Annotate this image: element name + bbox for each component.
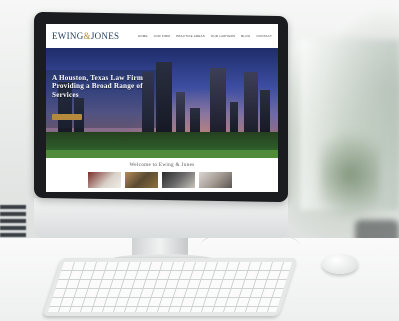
site-header: EWING&JONES HOME OUR FIRM PRACTICE AREAS… bbox=[46, 24, 278, 48]
skyscraper bbox=[260, 90, 270, 138]
skyscraper bbox=[210, 68, 226, 138]
hero-cta-button[interactable] bbox=[52, 114, 82, 120]
logo-ampersand: & bbox=[83, 31, 91, 41]
welcome-heading: Welcome to Ewing & Jones bbox=[129, 162, 195, 168]
feature-thumbnail[interactable] bbox=[162, 172, 195, 188]
monitor-chin bbox=[34, 198, 288, 238]
keyboard-key-rows bbox=[47, 262, 293, 312]
hero-headline: A Houston, Texas Law Firm Providing a Br… bbox=[52, 74, 144, 99]
mouse bbox=[322, 254, 358, 274]
feature-thumbnail[interactable] bbox=[88, 172, 121, 188]
park-grass bbox=[46, 150, 278, 158]
logo-name-b: JONES bbox=[90, 31, 120, 41]
skyscraper bbox=[244, 72, 258, 138]
welcome-section: Welcome to Ewing & Jones bbox=[46, 158, 278, 172]
hero-banner: A Houston, Texas Law Firm Providing a Br… bbox=[46, 48, 278, 158]
nav-blog[interactable]: BLOG bbox=[241, 34, 250, 38]
nav-home[interactable]: HOME bbox=[138, 34, 148, 38]
feature-thumbnails bbox=[46, 172, 278, 188]
monitor-screen: EWING&JONES HOME OUR FIRM PRACTICE AREAS… bbox=[46, 24, 278, 192]
nav-our-firm[interactable]: OUR FIRM bbox=[154, 34, 170, 38]
nav-our-lawyers[interactable]: OUR LAWYERS bbox=[211, 34, 235, 38]
nav-practice-areas[interactable]: PRACTICE AREAS bbox=[176, 34, 205, 38]
logo-name-a: EWING bbox=[52, 31, 84, 41]
nav-contact[interactable]: CONTACT bbox=[256, 34, 272, 38]
keyboard bbox=[42, 258, 298, 316]
feature-thumbnail[interactable] bbox=[199, 172, 232, 188]
site-logo[interactable]: EWING&JONES bbox=[52, 31, 119, 41]
blurred-plant bbox=[320, 120, 380, 230]
site-nav: HOME OUR FIRM PRACTICE AREAS OUR LAWYERS… bbox=[138, 34, 272, 38]
feature-thumbnail[interactable] bbox=[125, 172, 158, 188]
